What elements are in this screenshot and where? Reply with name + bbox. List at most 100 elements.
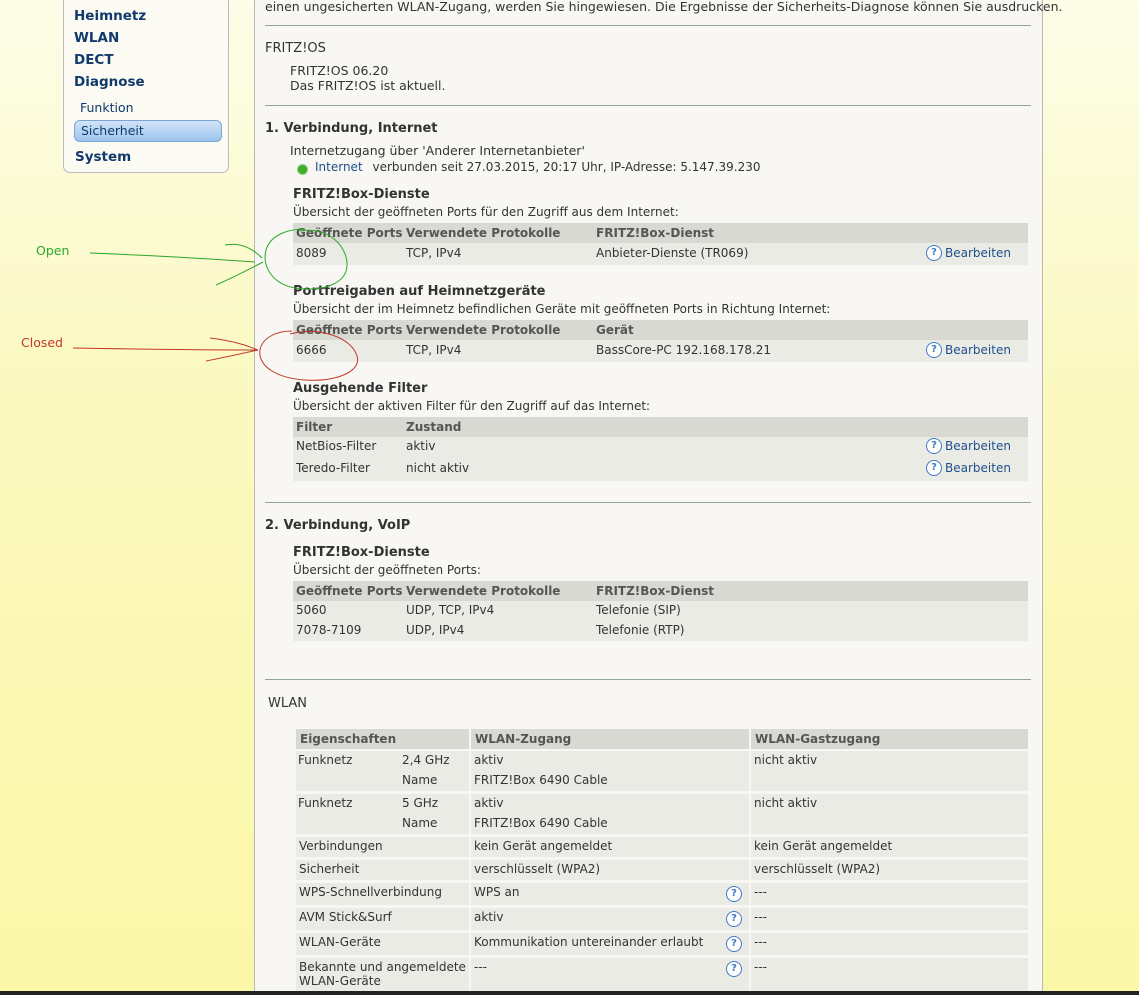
column-header: Geöffnete Ports [296,584,403,598]
voip-services-description: Übersicht der geöffneten Ports: [293,563,481,577]
table-cell: --- [751,958,1028,995]
table-cell: kein Gerät angemeldet [471,837,749,857]
table-cell: --- [751,883,1028,905]
table-cell: nicht aktiv [751,751,1028,791]
filters-table-body: NetBios-Filter aktiv ? Bearbeiten Teredo… [293,437,1028,481]
guest-value: --- [754,935,767,949]
fritzos-heading: FRITZ!OS [265,41,326,56]
voip-table-header: Geöffnete Ports Verwendete Protokolle FR… [293,581,1028,601]
wlan-section-heading: WLAN [268,696,308,711]
port-cell: 5060 [296,603,327,617]
help-icon[interactable]: ? [726,886,742,902]
sidebar-item-wlan[interactable]: WLAN [74,30,119,46]
port-cell: 8089 [296,246,327,260]
voip-services-heading: FRITZ!Box-Dienste [293,545,430,560]
internet-access-text: Internetzugang über 'Anderer Internetanb… [290,143,585,158]
table-cell: aktiv FRITZ!Box 6490 Cable [471,794,749,834]
help-icon[interactable]: ? [726,961,742,977]
table-cell: verschlüsselt (WPA2) [471,860,749,880]
table-row: AVM Stick&Surf [296,908,469,930]
sidebar-item-system[interactable]: System [75,149,131,165]
filter-state-cell: aktiv [406,439,436,453]
device-cell: BassCore-PC 192.168.178.21 [596,343,772,357]
column-header: Filter [296,420,333,434]
internet-section-heading: 1. Verbindung, Internet [265,121,438,136]
property-label: WLAN-Geräte [299,935,381,949]
help-icon[interactable]: ? [726,936,742,952]
table-row: Sicherheit [296,860,469,880]
services-description: Übersicht der geöffneten Ports für den Z… [293,205,679,219]
services-table-header: Geöffnete Ports Verwendete Protokolle FR… [293,223,1028,243]
column-header: WLAN-Gastzugang [751,729,1028,749]
annotation-closed-label: Closed [21,335,63,350]
service-cell: Telefonie (RTP) [596,623,685,637]
wlan-ssid: FRITZ!Box 6490 Cable [474,816,608,830]
column-header: Verwendete Protokolle [406,323,561,337]
internet-connection-status: verbunden seit 27.03.2015, 20:17 Uhr, IP… [372,160,761,174]
internet-link[interactable]: Internet [315,160,363,174]
wlan-ssid: FRITZ!Box 6490 Cable [474,773,608,787]
property-label-line2: WLAN-Geräte [299,974,381,988]
table-row: WPS-Schnellverbindung [296,883,469,905]
intro-text: einen ungesicherten WLAN-Zugang, werden … [265,0,1063,14]
table-cell: aktiv FRITZ!Box 6490 Cable [471,751,749,791]
wlan-state: aktiv [474,796,504,810]
service-cell: Anbieter-Dienste (TR069) [596,246,749,260]
property-label: Funknetz [298,796,353,810]
annotation-open-label: Open [36,243,70,258]
outgoing-filters-heading: Ausgehende Filter [293,381,428,396]
bottom-edge [0,991,1139,995]
column-header: Geöffnete Ports [296,226,403,240]
sidebar-item-diagnose[interactable]: Diagnose [74,74,145,90]
column-header: Verwendete Protokolle [406,584,561,598]
fritzos-version: FRITZ!OS 06.20 [290,63,389,78]
table-row: 6666 TCP, IPv4 BassCore-PC 192.168.178.2… [293,340,1028,362]
fritzos-status: Das FRITZ!OS ist aktuell. [290,78,446,93]
sidebar-item-dect[interactable]: DECT [74,52,114,68]
edit-link[interactable]: Bearbeiten [945,461,1011,475]
protocol-cell: UDP, IPv4 [406,623,465,637]
column-header: FRITZ!Box-Dienst [596,584,715,598]
help-icon[interactable]: ? [926,342,942,358]
services-heading: FRITZ!Box-Dienste [293,187,430,202]
help-icon[interactable]: ? [926,460,942,476]
sidebar: Heimnetz WLAN DECT Diagnose Funktion Sic… [63,0,229,173]
edit-link[interactable]: Bearbeiten [945,439,1011,453]
wlan-state: aktiv [474,753,504,767]
column-header: Gerät [596,323,634,337]
main-content: einen ungesicherten WLAN-Zugang, werden … [254,0,1062,995]
status-led-icon [298,165,307,174]
sidebar-item-funktion[interactable]: Funktion [80,100,134,115]
column-header: WLAN-Zugang [471,729,749,749]
guest-value: --- [754,960,767,974]
table-row: Funknetz 2,4 GHz Name [296,751,469,791]
table-cell: --- ? [471,958,749,995]
access-value: Kommunikation untereinander erlaubt [474,935,704,949]
column-header: Geöffnete Ports [296,323,403,337]
table-cell: aktiv ? [471,908,749,930]
table-cell: WPS an ? [471,883,749,905]
edit-link[interactable]: Bearbeiten [945,343,1011,357]
voip-section-heading: 2. Verbindung, VoIP [265,518,411,533]
edit-link[interactable]: Bearbeiten [945,246,1011,260]
property-label: Bekannte und angemeldete [299,960,466,974]
port-forwards-heading: Portfreigaben auf Heimnetzgeräte [293,284,546,299]
port-cell: 7078-7109 [296,623,362,637]
divider [265,105,1031,106]
sidebar-item-sicherheit[interactable]: Sicherheit [74,120,222,142]
filter-name-cell: NetBios-Filter [296,439,377,453]
help-icon[interactable]: ? [926,438,942,454]
table-row: 8089 TCP, IPv4 Anbieter-Dienste (TR069) … [293,243,1028,265]
protocol-cell: TCP, IPv4 [406,343,462,357]
protocol-cell: TCP, IPv4 [406,246,462,260]
service-cell: Telefonie (SIP) [596,603,681,617]
help-icon[interactable]: ? [726,911,742,927]
internet-status-line: Internet verbunden seit 27.03.2015, 20:1… [315,160,760,174]
filters-table-header: Filter Zustand [293,417,1028,437]
sidebar-item-heimnetz[interactable]: Heimnetz [74,8,146,24]
outgoing-filters-description: Übersicht der aktiven Filter für den Zug… [293,399,651,413]
help-icon[interactable]: ? [926,245,942,261]
column-header: Eigenschaften [296,729,469,749]
table-cell: --- [751,908,1028,930]
property-label: Funknetz [298,753,353,767]
